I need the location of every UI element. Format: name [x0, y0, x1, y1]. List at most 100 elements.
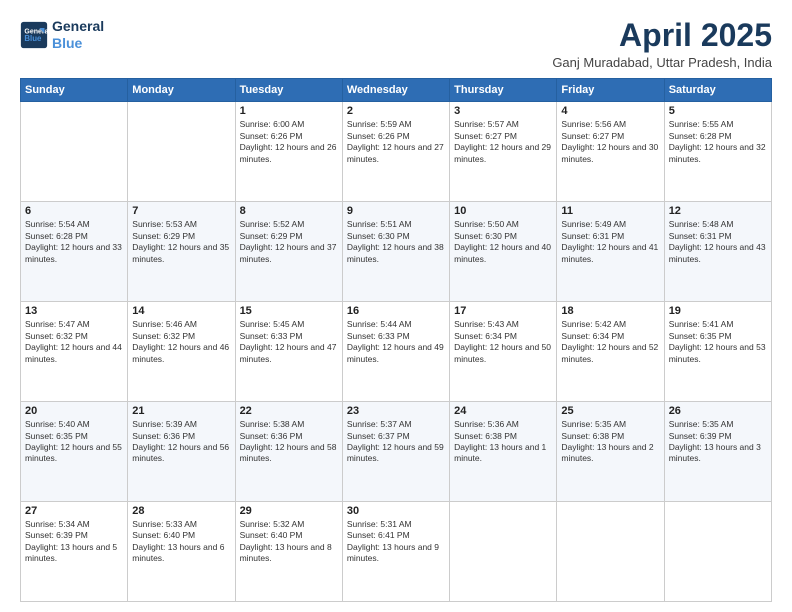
day-number: 2 — [347, 105, 445, 117]
location-title: Ganj Muradabad, Uttar Pradesh, India — [552, 55, 772, 70]
day-number: 18 — [561, 305, 659, 317]
day-number: 13 — [25, 305, 123, 317]
day-info: Sunrise: 5:35 AM Sunset: 6:39 PM Dayligh… — [669, 419, 767, 465]
table-row — [664, 502, 771, 602]
day-info: Sunrise: 5:35 AM Sunset: 6:38 PM Dayligh… — [561, 419, 659, 465]
day-number: 30 — [347, 505, 445, 517]
day-info: Sunrise: 5:48 AM Sunset: 6:31 PM Dayligh… — [669, 219, 767, 265]
day-number: 5 — [669, 105, 767, 117]
table-row: 19 Sunrise: 5:41 AM Sunset: 6:35 PM Dayli… — [664, 302, 771, 402]
day-info: Sunrise: 5:44 AM Sunset: 6:33 PM Dayligh… — [347, 319, 445, 365]
day-number: 8 — [240, 205, 338, 217]
day-number: 25 — [561, 405, 659, 417]
day-number: 20 — [25, 405, 123, 417]
table-row: 11Sunrise: 5:49 AM Sunset: 6:31 PM Dayli… — [557, 202, 664, 302]
table-row: 6 Sunrise: 5:54 AM Sunset: 6:28 PM Daylig… — [21, 202, 128, 302]
table-row: 22 Sunrise: 5:38 AM Sunset: 6:36 PM Dayli… — [235, 402, 342, 502]
day-info: Sunrise: 5:59 AM Sunset: 6:26 PM Dayligh… — [347, 119, 445, 165]
table-row: 29 Sunrise: 5:32 AM Sunset: 6:40 PM Dayli… — [235, 502, 342, 602]
day-number: 21 — [132, 405, 230, 417]
day-number: 23 — [347, 405, 445, 417]
table-row: 15 Sunrise: 5:45 AM Sunset: 6:33 PM Dayli… — [235, 302, 342, 402]
table-row: 9 Sunrise: 5:51 AM Sunset: 6:30 PM Daylig… — [342, 202, 449, 302]
table-row: 18Sunrise: 5:42 AM Sunset: 6:34 PM Dayli… — [557, 302, 664, 402]
calendar-week-5: 27 Sunrise: 5:34 AM Sunset: 6:39 PM Dayli… — [21, 502, 772, 602]
col-thursday: Thursday — [450, 79, 557, 102]
day-number: 1 — [240, 105, 338, 117]
day-info: Sunrise: 5:40 AM Sunset: 6:35 PM Dayligh… — [25, 419, 123, 465]
table-row: 5 Sunrise: 5:55 AM Sunset: 6:28 PM Daylig… — [664, 102, 771, 202]
day-info: Sunrise: 5:38 AM Sunset: 6:36 PM Dayligh… — [240, 419, 338, 465]
day-info: Sunrise: 5:56 AM Sunset: 6:27 PM Dayligh… — [561, 119, 659, 165]
table-row: 10Sunrise: 5:50 AM Sunset: 6:30 PM Dayli… — [450, 202, 557, 302]
table-row: 7Sunrise: 5:53 AM Sunset: 6:29 PM Daylig… — [128, 202, 235, 302]
day-number: 14 — [132, 305, 230, 317]
table-row: 12 Sunrise: 5:48 AM Sunset: 6:31 PM Dayli… — [664, 202, 771, 302]
day-info: Sunrise: 5:57 AM Sunset: 6:27 PM Dayligh… — [454, 119, 552, 165]
table-row: 27 Sunrise: 5:34 AM Sunset: 6:39 PM Dayli… — [21, 502, 128, 602]
calendar-week-2: 6 Sunrise: 5:54 AM Sunset: 6:28 PM Daylig… — [21, 202, 772, 302]
table-row: 3 Sunrise: 5:57 AM Sunset: 6:27 PM Daylig… — [450, 102, 557, 202]
day-info: Sunrise: 5:46 AM Sunset: 6:32 PM Dayligh… — [132, 319, 230, 365]
day-info: Sunrise: 5:41 AM Sunset: 6:35 PM Dayligh… — [669, 319, 767, 365]
day-number: 24 — [454, 405, 552, 417]
day-info: Sunrise: 5:34 AM Sunset: 6:39 PM Dayligh… — [25, 519, 123, 565]
table-row: 14 Sunrise: 5:46 AM Sunset: 6:32 PM Dayli… — [128, 302, 235, 402]
day-info: Sunrise: 5:51 AM Sunset: 6:30 PM Dayligh… — [347, 219, 445, 265]
day-number: 22 — [240, 405, 338, 417]
day-number: 26 — [669, 405, 767, 417]
day-info: Sunrise: 5:52 AM Sunset: 6:29 PM Dayligh… — [240, 219, 338, 265]
day-number: 7 — [132, 205, 230, 217]
day-info: Sunrise: 5:31 AM Sunset: 6:41 PM Dayligh… — [347, 519, 445, 565]
day-info: Sunrise: 5:39 AM Sunset: 6:36 PM Dayligh… — [132, 419, 230, 465]
month-title: April 2025 — [552, 18, 772, 53]
day-number: 15 — [240, 305, 338, 317]
calendar-week-1: 1 Sunrise: 6:00 AM Sunset: 6:26 PM Daylig… — [21, 102, 772, 202]
svg-text:Blue: Blue — [24, 34, 42, 43]
day-info: Sunrise: 5:55 AM Sunset: 6:28 PM Dayligh… — [669, 119, 767, 165]
day-number: 17 — [454, 305, 552, 317]
table-row: 21 Sunrise: 5:39 AM Sunset: 6:36 PM Dayli… — [128, 402, 235, 502]
day-number: 4 — [561, 105, 659, 117]
col-saturday: Saturday — [664, 79, 771, 102]
table-row — [128, 102, 235, 202]
table-row: 25 Sunrise: 5:35 AM Sunset: 6:38 PM Dayli… — [557, 402, 664, 502]
col-monday: Monday — [128, 79, 235, 102]
table-row: 16 Sunrise: 5:44 AM Sunset: 6:33 PM Dayli… — [342, 302, 449, 402]
day-number: 12 — [669, 205, 767, 217]
calendar-week-3: 13Sunrise: 5:47 AM Sunset: 6:32 PM Dayli… — [21, 302, 772, 402]
col-wednesday: Wednesday — [342, 79, 449, 102]
calendar-week-4: 20 Sunrise: 5:40 AM Sunset: 6:35 PM Dayli… — [21, 402, 772, 502]
table-row: 30 Sunrise: 5:31 AM Sunset: 6:41 PM Dayli… — [342, 502, 449, 602]
col-tuesday: Tuesday — [235, 79, 342, 102]
calendar-header-row: Sunday Monday Tuesday Wednesday Thursday… — [21, 79, 772, 102]
day-info: Sunrise: 5:36 AM Sunset: 6:38 PM Dayligh… — [454, 419, 552, 465]
table-row — [557, 502, 664, 602]
day-number: 29 — [240, 505, 338, 517]
title-block: April 2025 Ganj Muradabad, Uttar Pradesh… — [552, 18, 772, 70]
day-info: Sunrise: 5:33 AM Sunset: 6:40 PM Dayligh… — [132, 519, 230, 565]
logo: General Blue General Blue — [20, 18, 104, 52]
day-info: Sunrise: 5:45 AM Sunset: 6:33 PM Dayligh… — [240, 319, 338, 365]
day-info: Sunrise: 5:54 AM Sunset: 6:28 PM Dayligh… — [25, 219, 123, 265]
page: General Blue General Blue April 2025 Gan… — [0, 0, 792, 612]
day-info: Sunrise: 5:37 AM Sunset: 6:37 PM Dayligh… — [347, 419, 445, 465]
day-number: 11 — [561, 205, 659, 217]
table-row: 8 Sunrise: 5:52 AM Sunset: 6:29 PM Daylig… — [235, 202, 342, 302]
day-number: 3 — [454, 105, 552, 117]
table-row: 23 Sunrise: 5:37 AM Sunset: 6:37 PM Dayli… — [342, 402, 449, 502]
header: General Blue General Blue April 2025 Gan… — [20, 18, 772, 70]
table-row: 26 Sunrise: 5:35 AM Sunset: 6:39 PM Dayli… — [664, 402, 771, 502]
day-number: 9 — [347, 205, 445, 217]
day-number: 19 — [669, 305, 767, 317]
table-row: 24 Sunrise: 5:36 AM Sunset: 6:38 PM Dayli… — [450, 402, 557, 502]
day-info: Sunrise: 6:00 AM Sunset: 6:26 PM Dayligh… — [240, 119, 338, 165]
day-info: Sunrise: 5:32 AM Sunset: 6:40 PM Dayligh… — [240, 519, 338, 565]
table-row: 20 Sunrise: 5:40 AM Sunset: 6:35 PM Dayli… — [21, 402, 128, 502]
day-number: 6 — [25, 205, 123, 217]
day-number: 16 — [347, 305, 445, 317]
day-number: 27 — [25, 505, 123, 517]
table-row — [450, 502, 557, 602]
day-number: 10 — [454, 205, 552, 217]
table-row — [21, 102, 128, 202]
